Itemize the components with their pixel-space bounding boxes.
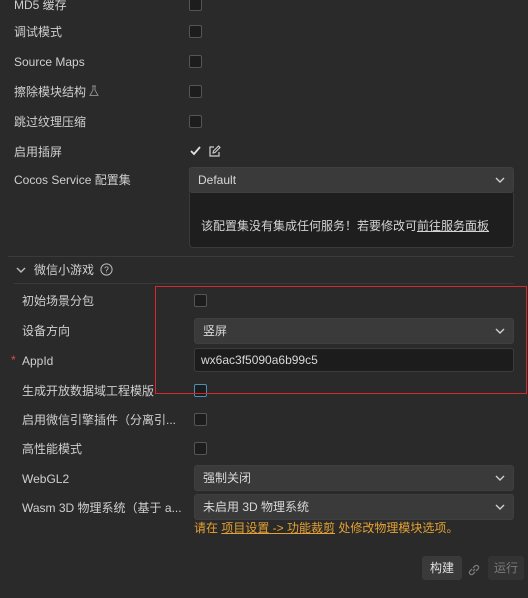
wasm-physics-select[interactable]: 未启用 3D 物理系统 [194,494,514,520]
svg-text:?: ? [104,265,109,275]
high-perf-checkbox[interactable] [194,442,207,455]
service-info-text: 该配置集没有集成任何服务！若要修改可前往服务面板 [201,217,489,234]
source-maps-checkbox[interactable] [189,55,202,68]
row-source-maps: Source Maps [0,52,528,76]
section-divider [8,256,514,257]
check-icon [190,146,201,156]
orientation-label: 设备方向 [22,324,71,338]
open-data-label: 生成开放数据域工程模版 [22,384,155,398]
service-info-message: 该配置集没有集成任何服务！若要修改可 [201,219,418,233]
required-marker: * [11,353,16,367]
row-initial-scene-subpackage: 初始场景分包 [0,291,528,315]
row-erase-module: 擦除模块结构 [0,82,528,106]
chevron-down-icon [495,475,505,481]
run-button[interactable]: 运行 [488,556,524,580]
webgl2-value: 强制关闭 [203,471,252,485]
md5-cache-label: MD5 缓存 [14,0,67,12]
initial-scene-subpackage-checkbox[interactable] [194,294,207,307]
row-open-data: 生成开放数据域工程模版 [0,381,528,405]
webgl2-label: WebGL2 [22,472,70,486]
orientation-select[interactable]: 竖屏 [194,318,514,344]
build-button[interactable]: 构建 [422,556,462,580]
initial-scene-subpackage-label: 初始场景分包 [22,294,95,308]
appid-value: wx6ac3f5090a6b99c5 [201,353,318,367]
chevron-down-icon [16,267,26,273]
orientation-value: 竖屏 [203,324,228,338]
wasm-hint-suffix: 处修改物理模块选项。 [335,521,459,535]
source-maps-label: Source Maps [14,55,85,69]
row-skip-compress: 跳过纹理压缩 [0,112,528,136]
wasm-physics-value: 未启用 3D 物理系统 [203,500,310,514]
project-settings-link[interactable]: 项目设置 -> 功能裁剪 [221,521,335,535]
appid-input[interactable]: wx6ac3f5090a6b99c5 [194,348,514,372]
experimental-flask-icon [89,85,99,96]
wechat-section-title: 微信小游戏 [34,263,95,277]
wasm-physics-hint: 请在 项目设置 -> 功能裁剪 处修改物理模块选项。 [194,519,458,536]
row-engine-plugin: 启用微信引擎插件（分离引... [0,410,528,434]
row-debug-mode: 调试模式 [0,22,528,46]
edit-icon[interactable] [208,145,221,158]
debug-mode-checkbox[interactable] [189,25,202,38]
erase-module-label: 擦除模块结构 [14,85,87,99]
webgl2-select[interactable]: 强制关闭 [194,465,514,491]
skip-compress-label: 跳过纹理压缩 [14,115,87,129]
engine-plugin-checkbox[interactable] [194,413,207,426]
service-info-box: 该配置集没有集成任何服务！若要修改可前往服务面板 [189,193,514,248]
md5-cache-checkbox[interactable] [189,0,202,11]
link-icon[interactable] [467,563,481,577]
wasm-hint-prefix: 请在 [194,521,222,535]
row-md5-cache: MD5 缓存 [0,0,528,17]
open-data-checkbox[interactable] [194,384,207,397]
help-icon[interactable]: ? [100,263,113,276]
chevron-down-icon [495,177,505,183]
cocos-service-label: Cocos Service 配置集 [14,173,131,187]
debug-mode-label: 调试模式 [14,25,63,39]
wechat-section-header[interactable]: 微信小游戏 ? [0,260,528,284]
wasm-physics-label: Wasm 3D 物理系统（基于 a... [22,501,182,515]
splash-checkbox[interactable] [189,144,202,157]
section-header-divider [14,283,514,284]
row-high-perf: 高性能模式 [0,439,528,463]
row-splash: 启用插屏 [0,142,528,166]
appid-label: AppId [22,354,54,368]
high-perf-label: 高性能模式 [22,442,83,456]
chevron-down-icon [495,328,505,334]
cocos-service-select[interactable]: Default [189,167,514,193]
erase-module-checkbox[interactable] [189,85,202,98]
cocos-service-value: Default [198,173,237,187]
chevron-down-icon [495,504,505,510]
splash-label: 启用插屏 [14,145,63,159]
engine-plugin-label: 启用微信引擎插件（分离引... [22,413,177,427]
skip-compress-checkbox[interactable] [189,115,202,128]
service-panel-link[interactable]: 前往服务面板 [417,219,489,233]
